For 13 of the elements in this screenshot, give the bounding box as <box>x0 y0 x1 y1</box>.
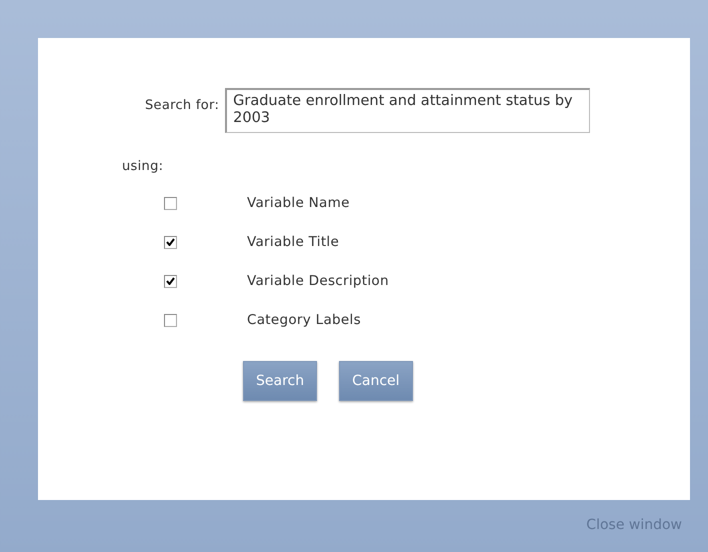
option-label: Variable Title <box>247 234 340 250</box>
search-button[interactable]: Search <box>243 361 318 401</box>
checkbox[interactable] <box>164 236 177 248</box>
option-label: Variable Name <box>247 195 350 211</box>
cancel-button[interactable]: Cancel <box>339 361 413 401</box>
checkbox[interactable] <box>164 274 177 288</box>
search-field[interactable]: Graduate enrollment and attainment status by 2003 <box>225 88 590 133</box>
option-label: Variable Description <box>247 273 389 289</box>
checkbox[interactable] <box>164 196 177 210</box>
search-label: Search for: <box>145 98 220 113</box>
using-label: using: <box>122 159 164 174</box>
checkbox[interactable] <box>164 314 177 326</box>
option-label: Category Labels <box>247 312 361 328</box>
